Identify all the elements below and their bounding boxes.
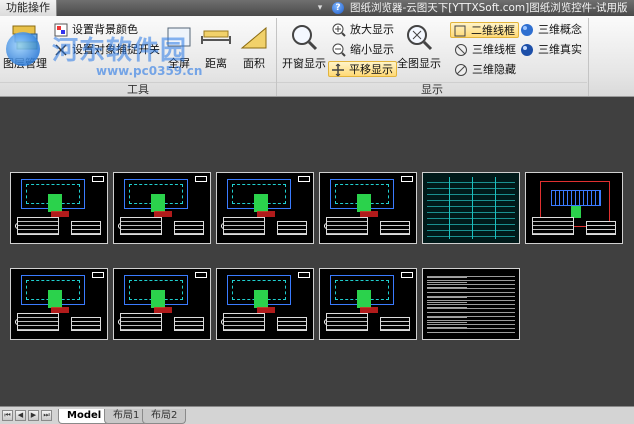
help-icon[interactable]: ? (332, 2, 344, 14)
realistic-3d-label: 三维真实 (538, 43, 582, 56)
wire-2d-label: 二维线框 (471, 24, 515, 37)
tools-group-label: 工具 (0, 82, 276, 96)
watermark-text: 河东软件园 (52, 36, 188, 66)
zoom-in-button[interactable]: 放大显示 (330, 22, 394, 38)
drawing-thumbnail[interactable] (422, 268, 520, 340)
prev-tab-icon[interactable]: ◀ (15, 410, 26, 421)
ribbon: 图层管理 设置背景颜色 设置对象捕捉开关 全屏 距离 面积 工具 开窗显示 (0, 16, 634, 97)
pan-label: 平移显示 (349, 63, 393, 76)
title-bar: 功能操作 ▾ ? 图纸浏览器-云图天下[YTTXSoft.com]图纸浏览控件-… (0, 0, 634, 16)
window-display-label: 开窗显示 (282, 57, 326, 70)
wire-2d-button[interactable]: 二维线框 (450, 22, 519, 38)
zoom-in-icon (332, 23, 346, 37)
magnifier-icon (289, 22, 319, 52)
drawing-thumbnail[interactable] (422, 172, 520, 244)
drawing-thumbnail[interactable] (216, 172, 314, 244)
drawing-thumbnail[interactable] (319, 172, 417, 244)
layout-tab-bar: ⏮ ◀ ▶ ⏭ Model 布局1 布局2 (0, 406, 634, 424)
area-icon (239, 22, 269, 52)
drawing-canvas[interactable] (0, 97, 634, 406)
zoom-extents-icon (404, 22, 434, 52)
wire-3d-icon (454, 43, 468, 57)
zoom-in-label: 放大显示 (350, 23, 394, 36)
area-button[interactable]: 面积 (238, 22, 270, 71)
hidden-3d-button[interactable]: 三维隐藏 (452, 62, 516, 78)
concept-3d-button[interactable]: 三维概念 (518, 22, 582, 38)
full-display-label: 全图显示 (397, 57, 441, 70)
distance-button[interactable]: 距离 (200, 22, 232, 71)
hidden-3d-icon (454, 63, 468, 77)
qat-caret-icon[interactable]: ▾ (312, 0, 328, 16)
pan-hand-icon (331, 63, 345, 77)
last-tab-icon[interactable]: ⏭ (41, 410, 52, 421)
concept-sphere-icon (520, 23, 534, 37)
drawing-thumbnail[interactable] (525, 172, 623, 244)
wire-3d-button[interactable]: 三维线框 (452, 42, 516, 58)
drawing-thumbnail[interactable] (216, 268, 314, 340)
window-title: 图纸浏览器-云图天下[YTTXSoft.com]图纸浏览控件-试用版 (350, 2, 628, 14)
tab-layout2[interactable]: 布局2 (142, 409, 187, 424)
wire-2d-icon (453, 24, 467, 38)
realistic-3d-button[interactable]: 三维真实 (518, 42, 582, 58)
watermark-logo-icon (6, 32, 40, 66)
tab-model[interactable]: Model (58, 409, 111, 424)
zoom-out-label: 缩小显示 (350, 43, 394, 56)
zoom-out-button[interactable]: 缩小显示 (330, 42, 394, 58)
distance-label: 距离 (205, 57, 227, 70)
drawing-thumbnail[interactable] (113, 172, 211, 244)
window-display-button[interactable]: 开窗显示 (280, 22, 328, 71)
tab-function-ops[interactable]: 功能操作 (0, 0, 57, 16)
next-tab-icon[interactable]: ▶ (28, 410, 39, 421)
drawing-thumbnail[interactable] (10, 172, 108, 244)
watermark-url: www.pc0359.cn (96, 64, 203, 78)
concept-3d-label: 三维概念 (538, 23, 582, 36)
hidden-3d-label: 三维隐藏 (472, 63, 516, 76)
area-label: 面积 (243, 57, 265, 70)
drawing-thumbnail[interactable] (10, 268, 108, 340)
drawing-thumbnail[interactable] (319, 268, 417, 340)
pan-button[interactable]: 平移显示 (328, 61, 397, 77)
full-display-button[interactable]: 全图显示 (396, 22, 442, 71)
display-group-label: 显示 (277, 82, 587, 96)
realistic-sphere-icon (520, 43, 534, 57)
first-tab-icon[interactable]: ⏮ (2, 410, 13, 421)
ruler-icon (201, 22, 231, 52)
wire-3d-label: 三维线框 (472, 43, 516, 56)
group-separator (588, 18, 589, 96)
drawing-thumbnail[interactable] (113, 268, 211, 340)
zoom-out-icon (332, 43, 346, 57)
